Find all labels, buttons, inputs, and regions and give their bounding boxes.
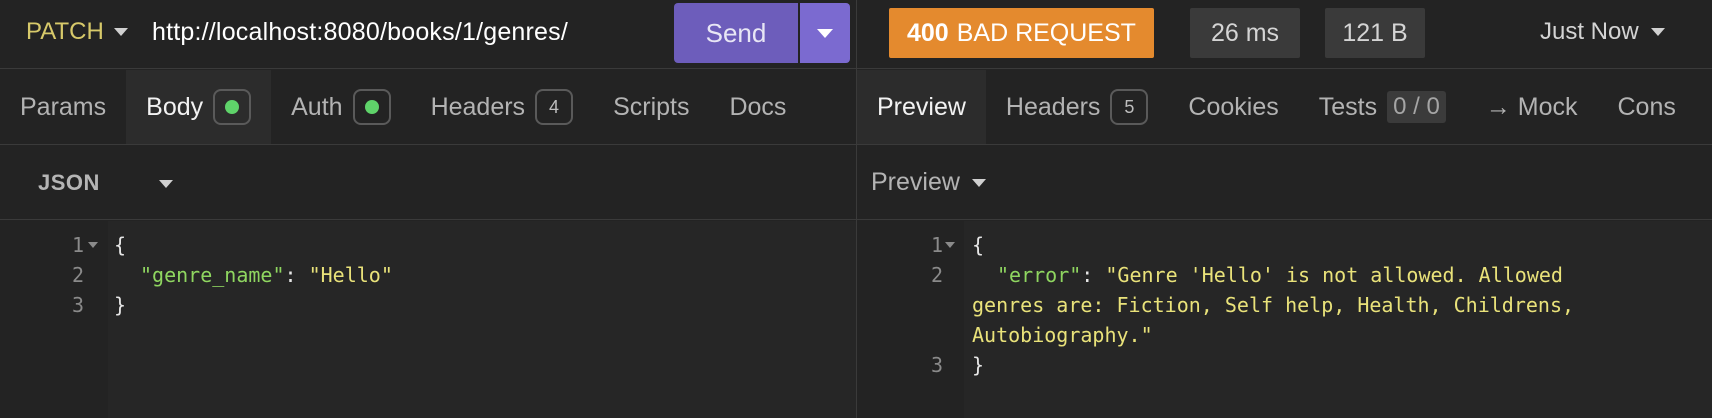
code-line-wrap: Autobiography." (972, 323, 1153, 347)
tab-label: Auth (291, 92, 343, 121)
tab-preview[interactable]: Preview (857, 70, 986, 144)
tab-headers[interactable]: Headers 4 (411, 70, 594, 144)
body-format-label[interactable]: JSON (38, 170, 100, 196)
tab-label: Headers (430, 92, 526, 121)
request-body-editor[interactable]: 1 { 2 "genre_name": "Hello" 3 } (0, 221, 856, 418)
status-text: BAD REQUEST (956, 18, 1136, 47)
tab-label: Scripts (613, 92, 690, 121)
tab-label: Preview (877, 92, 966, 121)
count-badge: 5 (1110, 89, 1149, 125)
json-key: "error" (997, 263, 1082, 287)
tab-response-headers[interactable]: Headers 5 (986, 70, 1169, 144)
tab-params[interactable]: Params (0, 70, 126, 144)
response-time: 26 ms (1190, 8, 1300, 58)
request-tabs: Params Body Auth Headers 4 Scripts Docs (0, 70, 856, 145)
request-pane: PATCH http://localhost:8080/books/1/genr… (0, 0, 856, 418)
json-separator: : (284, 263, 309, 287)
fold-icon[interactable] (945, 242, 955, 248)
chevron-down-icon (971, 178, 986, 187)
code-line-wrap: genres are: Fiction, Self help, Health, … (972, 293, 1575, 317)
response-tabs: Preview Headers 5 Cookies Tests 0 / 0 → … (857, 70, 1712, 145)
method-selector[interactable]: PATCH (26, 18, 128, 46)
fold-icon[interactable] (88, 242, 98, 248)
json-separator: : (1081, 263, 1106, 287)
code-line: { (114, 233, 127, 257)
count-badge: 4 (535, 89, 574, 125)
line-number: 1 (71, 233, 84, 257)
tab-label: Headers (1005, 92, 1101, 121)
response-pane: 400 BAD REQUEST 26 ms 121 B Just Now Pre… (857, 0, 1712, 418)
response-size: 121 B (1325, 8, 1425, 58)
tab-label: Cons (1617, 92, 1676, 121)
tab-body[interactable]: Body (126, 70, 272, 144)
line-number: 3 (930, 353, 943, 377)
preview-mode-bar: Preview (857, 146, 1712, 220)
tab-label: Tests (1318, 92, 1378, 121)
url-bar: PATCH http://localhost:8080/books/1/genr… (0, 0, 856, 69)
status-badge (213, 89, 252, 125)
json-value: "Hello" (308, 263, 393, 287)
line-gutter (0, 221, 108, 418)
chevron-down-icon (1650, 28, 1665, 36)
response-status-bar: 400 BAD REQUEST 26 ms 121 B Just Now (857, 0, 1712, 69)
tab-label: Params (20, 92, 107, 121)
tab-console[interactable]: Cons (1598, 70, 1696, 144)
code-line: } (114, 293, 127, 317)
line-number: 3 (71, 293, 84, 317)
tab-mock[interactable]: → Mock (1466, 70, 1598, 144)
tab-cookies[interactable]: Cookies (1168, 70, 1298, 144)
tab-label: Cookies (1188, 92, 1279, 121)
line-number: 2 (930, 263, 943, 287)
tab-docs[interactable]: Docs (709, 70, 806, 144)
chevron-down-icon (817, 28, 833, 38)
status-code: 400 (907, 18, 949, 47)
response-body-viewer[interactable]: 1 { 2 "error": "Genre 'Hello' is not all… (857, 221, 1712, 418)
tab-label: Body (146, 92, 204, 121)
tab-label: Docs (729, 92, 787, 121)
tab-scripts[interactable]: Scripts (593, 70, 709, 144)
preview-mode-selector[interactable]: Preview (871, 168, 986, 197)
status-badge: 400 BAD REQUEST (889, 8, 1154, 58)
code-line: { (972, 233, 985, 257)
history-selector[interactable]: Just Now (1540, 18, 1665, 46)
url-input[interactable]: http://localhost:8080/books/1/genres/ (152, 18, 568, 47)
json-key: "genre_name" (140, 263, 285, 287)
tab-tests[interactable]: Tests 0 / 0 (1299, 70, 1466, 144)
json-value: "Genre 'Hello' is not allowed. Allowed (1105, 263, 1563, 287)
status-badge (352, 89, 391, 125)
tests-count-badge: 0 / 0 (1387, 91, 1446, 123)
active-dot-icon (364, 100, 379, 114)
line-number: 2 (71, 263, 84, 287)
line-number: 1 (930, 233, 943, 257)
send-button[interactable]: Send (674, 3, 798, 63)
preview-mode-label: Preview (871, 168, 960, 196)
code-line: "error": "Genre 'Hello' is not allowed. … (997, 263, 1563, 287)
tab-label: → Mock (1485, 92, 1578, 121)
active-dot-icon (225, 100, 240, 114)
chevron-down-icon (113, 28, 128, 36)
method-label: PATCH (26, 18, 104, 45)
code-area[interactable] (108, 221, 856, 418)
line-gutter (857, 221, 964, 418)
tab-auth[interactable]: Auth (271, 70, 410, 144)
code-line: "genre_name": "Hello" (140, 263, 393, 287)
code-area[interactable] (964, 221, 1712, 418)
code-line: } (972, 353, 985, 377)
chevron-down-icon[interactable] (159, 180, 173, 188)
send-options-button[interactable] (800, 3, 850, 63)
body-format-bar: JSON (0, 146, 856, 220)
history-label: Just Now (1540, 18, 1639, 45)
